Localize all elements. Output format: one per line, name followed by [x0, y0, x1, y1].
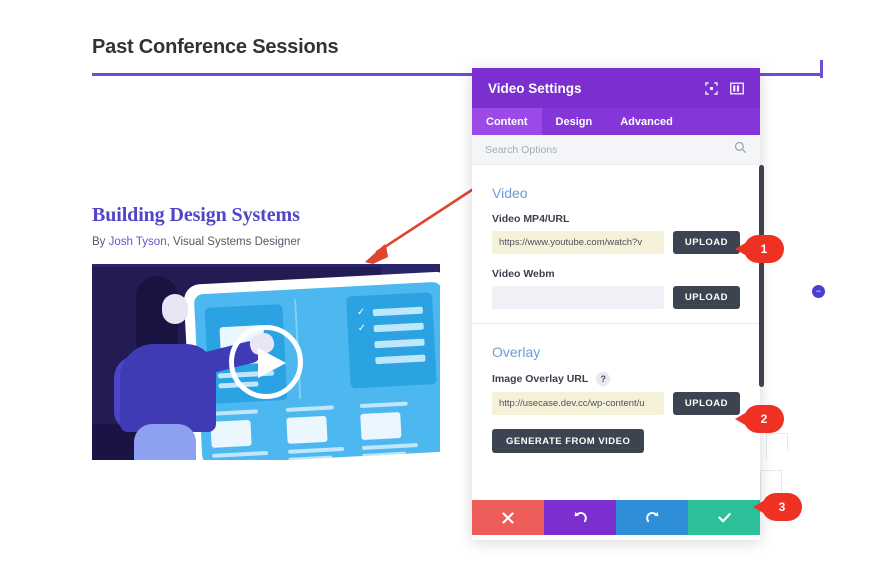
image-overlay-url-input[interactable]	[492, 392, 664, 415]
expand-icon[interactable]	[700, 77, 722, 99]
illu-line	[359, 401, 408, 409]
illu-check-icon: ✓	[357, 322, 367, 335]
search-icon	[734, 141, 747, 159]
illu-person-legs	[134, 424, 196, 460]
ghost-guide	[760, 470, 782, 471]
collapse-row-button[interactable]: −	[812, 285, 825, 298]
upload-video-mp4-button[interactable]: UPLOAD	[672, 231, 740, 254]
illu-box	[360, 411, 402, 441]
ghost-guide	[787, 433, 788, 451]
field-video-webm: UPLOAD	[492, 286, 740, 309]
play-button-icon[interactable]	[229, 325, 303, 399]
search-options-row	[472, 135, 760, 165]
illu-box	[286, 415, 328, 444]
illu-line	[209, 409, 259, 416]
label-video-webm: Video Webm	[492, 268, 555, 280]
illu-line	[287, 446, 345, 454]
ghost-guide	[766, 433, 767, 461]
field-video-mp4-url: UPLOAD	[492, 231, 740, 254]
annotation-arrow	[365, 182, 483, 264]
tab-advanced[interactable]: Advanced	[606, 108, 687, 135]
ghost-guide	[766, 433, 788, 434]
annotation-pin-2: 2	[735, 405, 784, 433]
undo-button[interactable]	[544, 500, 616, 535]
minus-icon: −	[815, 285, 822, 296]
byline-prefix: By	[92, 236, 109, 248]
byline-suffix: , Visual Systems Designer	[166, 236, 301, 248]
modal-body: Video Video MP4/URL UPLOAD Video Webm UP…	[472, 165, 760, 500]
screen: Past Conference Sessions Building Design…	[0, 0, 880, 584]
illu-line	[361, 443, 419, 451]
video-settings-modal: Video Settings Content Design Advanced S…	[472, 68, 764, 540]
help-icon[interactable]: ?	[596, 372, 611, 386]
upload-image-overlay-button[interactable]: UPLOAD	[672, 392, 740, 415]
tab-design[interactable]: Design	[542, 108, 607, 135]
tab-content[interactable]: Content	[472, 108, 542, 135]
page-title: Past Conference Sessions	[92, 36, 339, 58]
search-input[interactable]	[485, 143, 734, 156]
illu-line	[212, 450, 269, 458]
label-image-overlay-url-text: Image Overlay URL	[492, 373, 589, 385]
ghost-guide	[781, 470, 782, 494]
modal-title: Video Settings	[488, 80, 582, 96]
annotation-pin-3: 3	[753, 493, 802, 521]
video-thumbnail[interactable]: ✓ ✓	[92, 264, 440, 460]
upload-video-webm-button[interactable]: UPLOAD	[672, 286, 740, 309]
section-divider	[472, 323, 760, 324]
field-image-overlay-url: UPLOAD	[492, 392, 740, 415]
modal-header: Video Settings	[472, 68, 760, 108]
illu-check-icon: ✓	[356, 306, 366, 319]
illu-box	[210, 419, 252, 448]
video-webm-input[interactable]	[492, 286, 664, 309]
illu-line	[285, 405, 334, 412]
modal-scrollbar[interactable]	[759, 165, 764, 387]
section-heading-overlay: Overlay	[492, 344, 541, 360]
redo-button[interactable]	[616, 500, 688, 535]
illu-line	[362, 451, 407, 458]
layout-panel-icon[interactable]	[726, 77, 748, 99]
generate-from-video-button[interactable]: GENERATE FROM VIDEO	[492, 429, 645, 453]
section-heading-video: Video	[492, 185, 528, 201]
author-link[interactable]: Josh Tyson	[109, 236, 167, 248]
illu-person-head	[162, 294, 188, 324]
illu-line	[288, 455, 333, 460]
annotation-pin-1: 1	[735, 235, 784, 263]
right-vertical-rule	[820, 60, 823, 78]
label-video-mp4-url: Video MP4/URL	[492, 213, 570, 225]
label-image-overlay-url: Image Overlay URL ?	[492, 372, 740, 386]
save-button[interactable]	[688, 500, 760, 535]
modal-footer	[472, 500, 760, 535]
modal-tabs: Content Design Advanced	[472, 108, 760, 135]
cancel-button[interactable]	[472, 500, 544, 535]
video-mp4-url-input[interactable]	[492, 231, 664, 254]
